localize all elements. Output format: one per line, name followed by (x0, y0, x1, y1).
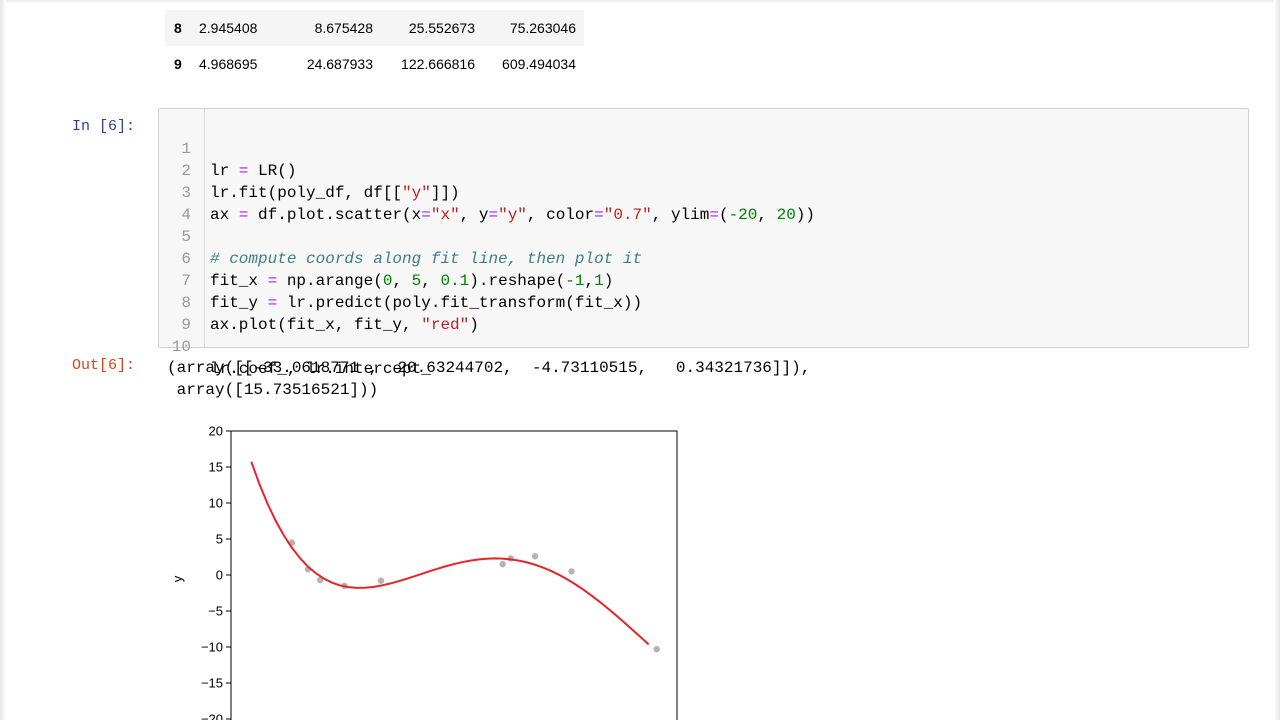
y-axis-label: y (170, 575, 185, 582)
scatter-point (568, 568, 575, 575)
notebook-right-edge (1274, 0, 1280, 720)
scatter-point (653, 645, 660, 653)
y-tick-label: 5 (216, 532, 223, 547)
scatter-point (499, 561, 506, 568)
y-tick-label: −20 (201, 712, 223, 720)
row-index: 8 (174, 20, 182, 36)
code-line[interactable]: 8 ax.plot(fit_x, fit_y, "red") (159, 270, 478, 334)
code-line[interactable]: 2 lr.fit(poly_df, df[["y"]]) (159, 138, 459, 202)
top-shadow (0, 0, 1280, 4)
table-cell: 24.687933 (306, 56, 373, 72)
y-tick-label: 10 (209, 496, 223, 511)
output-prompt: Out[6]: (72, 357, 136, 374)
notebook-left-edge (0, 0, 6, 720)
y-tick-label: 20 (209, 424, 223, 439)
output-text: (array([[-33.0618771 , 20.63244702, -4.7… (167, 357, 810, 401)
code-line[interactable]: 10 lr.coef_, lr.intercept_ (159, 314, 431, 378)
table-cell: 75.263046 (509, 20, 576, 36)
plot-frame (230, 430, 678, 720)
table-cell: 4.968695 (199, 56, 258, 72)
y-tick-label: 0 (216, 568, 223, 583)
input-prompt: In [6]: (72, 118, 136, 135)
code-line[interactable]: 1 lr = LR() (159, 116, 296, 180)
fit-line (250, 461, 650, 646)
table-cell: 122.666816 (401, 56, 475, 72)
row-index: 9 (174, 56, 182, 72)
scatter-point (377, 577, 385, 584)
code-cell-editor[interactable]: 1 lr = LR() 2 lr.fit(poly_df, df[["y"]])… (158, 108, 1249, 378)
table-cell: 8.675428 (314, 20, 373, 36)
y-tick-label: −5 (208, 604, 223, 619)
scatter-point (531, 553, 539, 560)
table-cell: 2.945408 (199, 20, 258, 36)
code-line[interactable]: 7 fit_y = lr.predict(poly.fit_transform(… (159, 248, 642, 312)
output-line: (array([[-33.0618771 , 20.63244702, -4.7… (167, 359, 811, 377)
code-line[interactable]: 5 # compute coords along fit line, then … (159, 204, 642, 268)
code-line[interactable]: 4 (159, 182, 197, 224)
scatter-plot: 20 15 10 5 0 −5 −10 −15 −20 y (170, 424, 678, 720)
table-row: 9 4.968695 24.687933 122.666816 609.4940… (165, 46, 584, 82)
dataframe-output: 8 2.945408 8.675428 25.552673 75.263046 … (165, 10, 584, 82)
line-number: 10 (171, 338, 191, 356)
code-line[interactable]: 9 (159, 292, 197, 334)
output-line: array([15.73516521])) (167, 381, 379, 399)
y-tick-label: −15 (201, 676, 223, 691)
table-cell: 609.494034 (502, 56, 576, 72)
code-line[interactable]: 3 ax = df.plot.scatter(x="x", y="y", col… (159, 160, 815, 224)
table-cell: 25.552673 (408, 20, 475, 36)
code-line[interactable]: 6 fit_x = np.arange(0, 5, 0.1).reshape(-… (159, 226, 613, 290)
y-tick-label: −10 (201, 640, 223, 655)
table-row: 8 2.945408 8.675428 25.552673 75.263046 (165, 10, 584, 46)
y-tick-label: 15 (209, 460, 223, 475)
